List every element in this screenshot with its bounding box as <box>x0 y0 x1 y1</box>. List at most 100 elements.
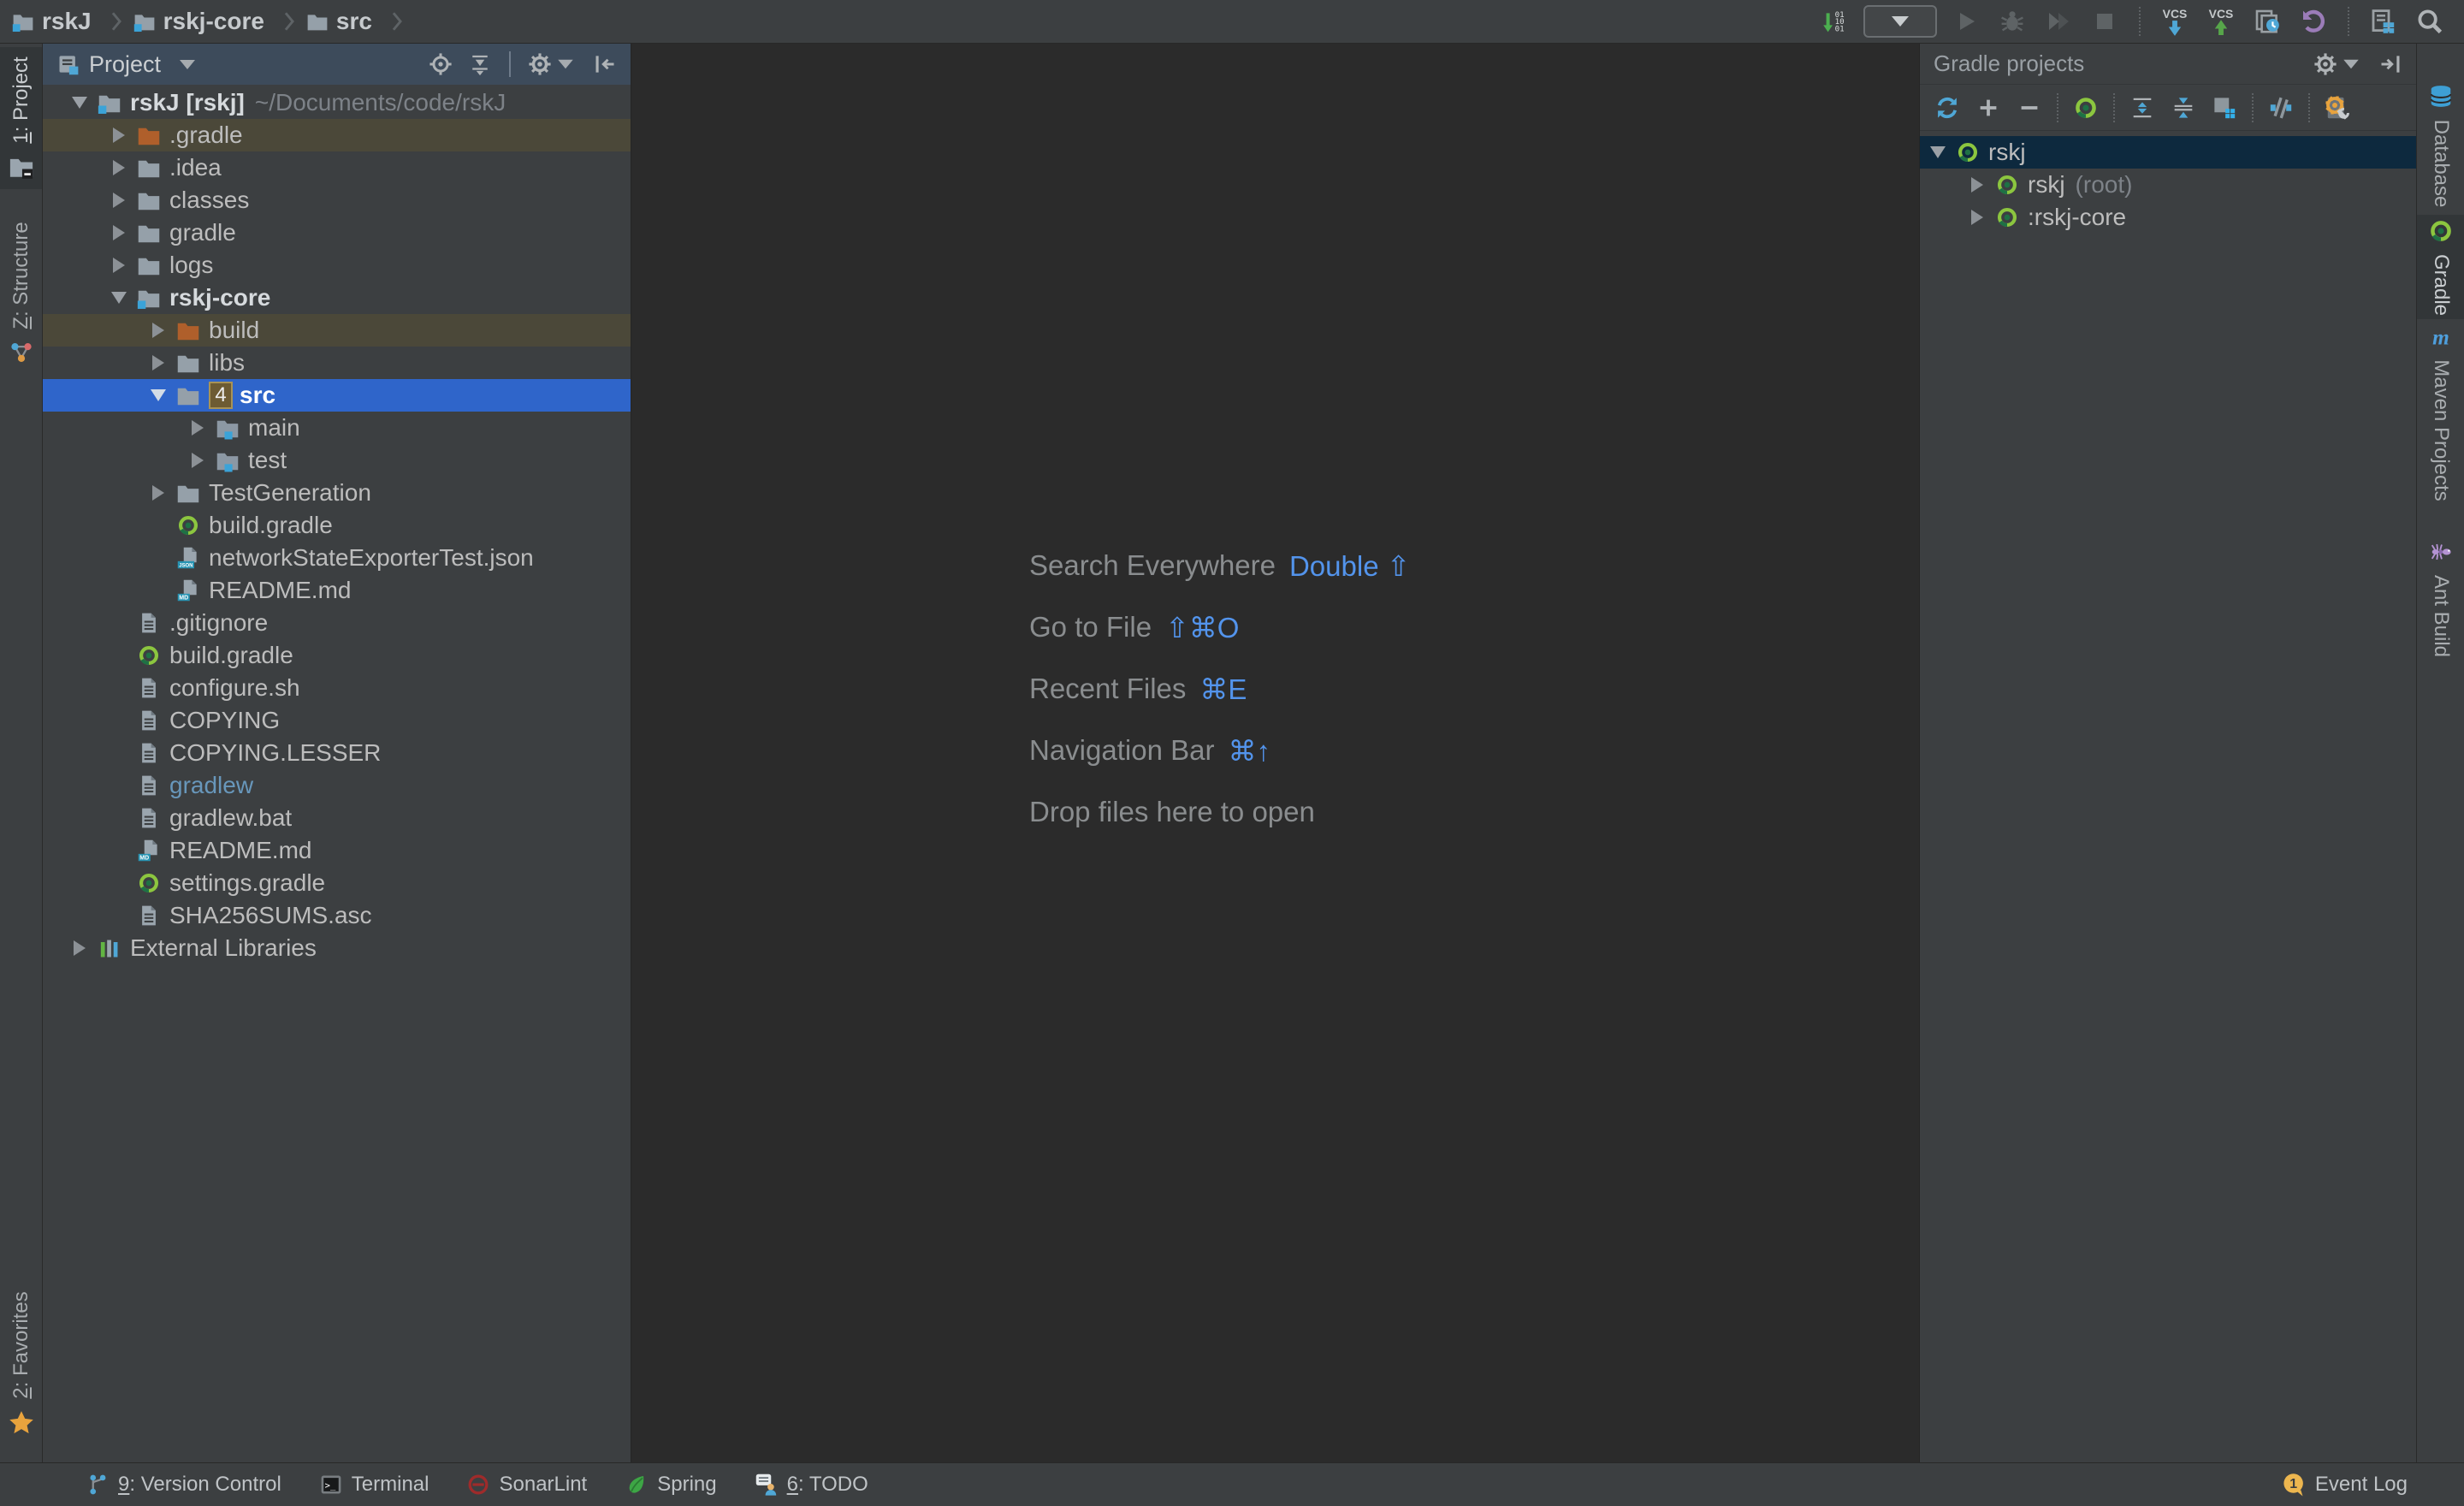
expand-arrow-icon[interactable] <box>147 323 169 338</box>
tree-item-main[interactable]: main <box>43 412 631 444</box>
editor-shortcut-hints: Search EverywhereDouble ⇧Go to File⇧⌘ORe… <box>1029 535 1410 843</box>
expand-arrow-icon[interactable] <box>108 127 130 143</box>
collapse-all-button[interactable] <box>468 52 492 76</box>
expand-arrow-icon[interactable] <box>108 225 130 240</box>
gradle-settings-button[interactable] <box>2319 89 2356 127</box>
expand-arrow-icon[interactable] <box>187 453 209 468</box>
expand-arrow-icon[interactable] <box>147 485 169 501</box>
plus-button[interactable] <box>1969 89 2007 127</box>
gradle-refresh-button[interactable] <box>1928 89 1966 127</box>
expand-arrow-icon[interactable] <box>1966 177 1988 193</box>
tree-item-gradlew[interactable]: gradlew <box>43 769 631 802</box>
tree-item-.gradle[interactable]: .gradle <box>43 119 631 151</box>
vcs-commit-button[interactable]: VCS <box>2204 4 2238 39</box>
tool-window-button-Gradle[interactable]: Gradle <box>2417 215 2464 319</box>
locate-button[interactable] <box>429 52 453 76</box>
project-structure-button[interactable] <box>2366 4 2401 39</box>
tree-item-configure.sh[interactable]: configure.sh <box>43 672 631 704</box>
tree-item-classes[interactable]: classes <box>43 184 631 216</box>
hide-right-button[interactable] <box>2378 52 2402 76</box>
collapse-arrow-icon[interactable] <box>108 292 130 304</box>
tree-item-build.gradle[interactable]: build.gradle <box>43 639 631 672</box>
expand-arrow-icon[interactable] <box>147 355 169 371</box>
tree-item-COPYING[interactable]: COPYING <box>43 704 631 737</box>
status-item-Terminal[interactable]: >_Terminal <box>319 1473 429 1497</box>
tree-item-logs[interactable]: logs <box>43 249 631 282</box>
tree-item--rskj-core[interactable]: :rskj-core <box>1920 201 2416 234</box>
expand-arrow-icon[interactable] <box>187 420 209 436</box>
revert-button[interactable] <box>2296 4 2331 39</box>
breadcrumb-item-src[interactable]: src <box>306 8 411 35</box>
tree-item-rskj[interactable]: rskj(root) <box>1920 169 2416 201</box>
tree-item-TestGeneration[interactable]: TestGeneration <box>43 477 631 509</box>
libraries-icon <box>98 936 121 960</box>
label: 2: Favorites <box>9 1291 33 1398</box>
tree-item-rskJ-rskj-[interactable]: rskJ [rskj]~/Documents/code/rskJ <box>43 86 631 119</box>
tree-item-libs[interactable]: libs <box>43 347 631 379</box>
tool-window-button-2-Favorites[interactable]: 2: Favorites <box>0 1271 42 1457</box>
stop-button[interactable] <box>2088 4 2122 39</box>
expand-arrow-icon[interactable] <box>108 258 130 273</box>
tool-window-button-Ant-Build[interactable]: Ant Build <box>2417 531 2464 665</box>
run-button[interactable] <box>1949 4 1983 39</box>
expand-arrow-icon[interactable] <box>108 160 130 175</box>
tree-item-External-Libraries[interactable]: External Libraries <box>43 932 631 964</box>
tree-item-networkStateExporterTest.json[interactable]: JSONnetworkStateExporterTest.json <box>43 542 631 574</box>
tree-item-settings.gradle[interactable]: settings.gradle <box>43 867 631 899</box>
tree-item-.gitignore[interactable]: .gitignore <box>43 607 631 639</box>
gear-button[interactable] <box>2313 52 2363 76</box>
tree-item-build[interactable]: build <box>43 314 631 347</box>
gear-button[interactable] <box>528 52 578 76</box>
toolbar-separator <box>2113 93 2115 122</box>
tree-item-SHA256SUMS.asc[interactable]: SHA256SUMS.asc <box>43 899 631 932</box>
dependencies-button[interactable] <box>2206 89 2243 127</box>
project-view-dropdown-caret[interactable] <box>180 60 195 69</box>
tree-item-src[interactable]: 4src <box>43 379 631 412</box>
vcs-update-button[interactable]: VCS <box>2158 4 2192 39</box>
search-everywhere-button[interactable] <box>2413 4 2447 39</box>
offline-mode-button[interactable] <box>2262 89 2300 127</box>
expand-arrow-icon[interactable] <box>1966 210 1988 225</box>
status-item-SonarLint[interactable]: SonarLint <box>466 1473 587 1497</box>
hide-button[interactable] <box>593 52 617 76</box>
collapse-arrow-icon[interactable] <box>147 389 169 401</box>
project-structure-icon <box>2370 8 2397 35</box>
coverage-button[interactable] <box>2041 4 2076 39</box>
status-item-Spring[interactable]: Spring <box>625 1473 716 1497</box>
minus-button[interactable] <box>2011 89 2048 127</box>
gradle-button[interactable] <box>2067 89 2105 127</box>
tree-item-.idea[interactable]: .idea <box>43 151 631 184</box>
expand-all-button[interactable] <box>2123 89 2161 127</box>
tree-item-COPYING.LESSER[interactable]: COPYING.LESSER <box>43 737 631 769</box>
expand-arrow-icon[interactable] <box>108 193 130 208</box>
tool-window-button-1-Project[interactable]: 1: Project <box>0 47 42 189</box>
tree-item-build.gradle[interactable]: build.gradle <box>43 509 631 542</box>
tree-item-README.md[interactable]: MDREADME.md <box>43 574 631 607</box>
shortcut-hint: Recent Files⌘E <box>1029 658 1410 720</box>
tool-window-button-Maven-Projects[interactable]: mMaven Projects <box>2417 326 2464 499</box>
tree-item-rskj[interactable]: rskj <box>1920 136 2416 169</box>
run-config-combo[interactable] <box>1863 5 1937 38</box>
debug-button[interactable] <box>1995 4 2029 39</box>
collapse-all-blue-button[interactable] <box>2165 89 2202 127</box>
tool-window-button-Database[interactable]: Database <box>2417 81 2464 210</box>
project-tool-window-header: Project <box>43 44 631 85</box>
status-item-6-TODO[interactable]: 6: TODO <box>755 1473 868 1497</box>
tree-item-gradle[interactable]: gradle <box>43 216 631 249</box>
tool-window-button-Z-Structure[interactable]: Z: Structure <box>0 220 42 367</box>
tree-item-gradlew.bat[interactable]: gradlew.bat <box>43 802 631 834</box>
breadcrumb-item-rskJ[interactable]: rskJ <box>12 8 130 35</box>
download-binary-button[interactable]: 011001 <box>1817 4 1851 39</box>
tree-item-label: COPYING.LESSER <box>169 739 381 767</box>
status-item-Event-Log[interactable]: 1Event Log <box>2281 1472 2408 1497</box>
tree-item-rskj-core[interactable]: rskj-core <box>43 282 631 314</box>
tree-item-README.md[interactable]: MDREADME.md <box>43 834 631 867</box>
collapse-arrow-icon[interactable] <box>68 97 91 109</box>
tree-item-label: settings.gradle <box>169 869 325 897</box>
expand-arrow-icon[interactable] <box>68 940 91 956</box>
collapse-arrow-icon[interactable] <box>1927 146 1949 158</box>
recent-changes-button[interactable] <box>2250 4 2284 39</box>
status-item-9-Version-Control[interactable]: 9: Version Control <box>86 1473 281 1497</box>
breadcrumb-item-rskj-core[interactable]: rskj-core <box>133 8 303 35</box>
tree-item-test[interactable]: test <box>43 444 631 477</box>
